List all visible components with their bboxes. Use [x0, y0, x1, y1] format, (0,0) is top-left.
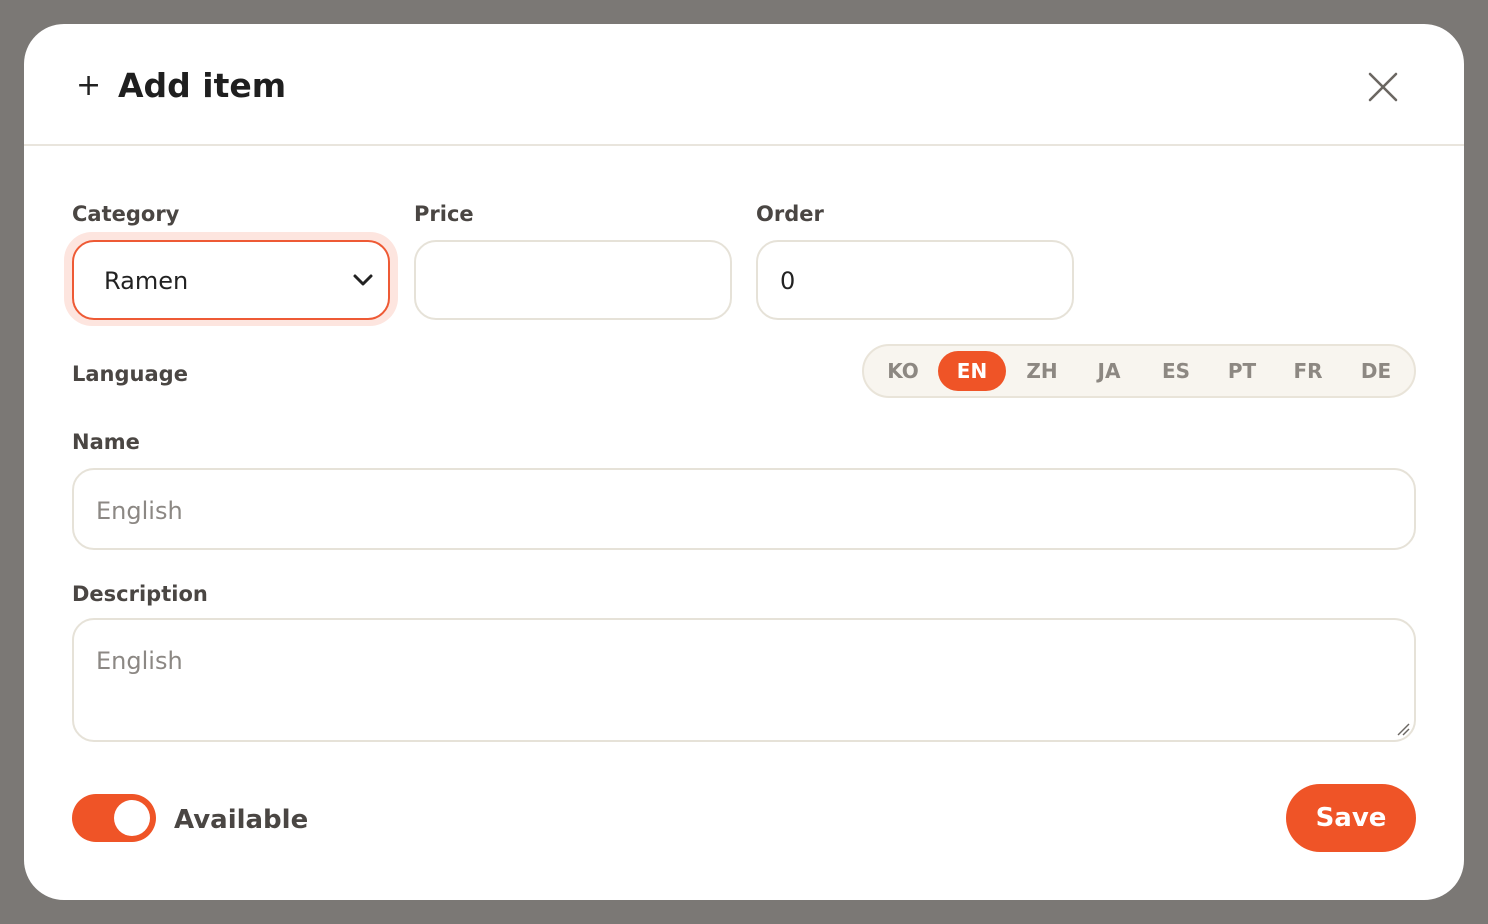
toggle-knob [114, 800, 150, 836]
lang-tab-ja[interactable]: JA [1078, 351, 1140, 391]
order-label: Order [756, 202, 824, 226]
name-placeholder: English [96, 497, 183, 525]
category-selected-value: Ramen [104, 267, 189, 295]
description-label: Description [72, 582, 208, 606]
description-textarea[interactable]: English [72, 618, 1416, 742]
language-switcher: KO EN ZH JA ES PT FR DE [862, 344, 1416, 398]
available-toggle[interactable] [72, 794, 156, 842]
plus-icon: + [76, 68, 102, 103]
dialog-title: Add item [118, 66, 287, 105]
save-button[interactable]: Save [1286, 784, 1416, 852]
lang-tab-fr[interactable]: FR [1276, 351, 1340, 391]
order-value: 0 [780, 267, 796, 295]
dialog-header: + Add item [24, 24, 1464, 146]
price-label: Price [414, 202, 474, 226]
lang-tab-es[interactable]: ES [1144, 351, 1208, 391]
lang-tab-en[interactable]: EN [938, 351, 1006, 391]
resize-handle-icon[interactable] [1396, 722, 1410, 736]
available-label: Available [174, 805, 309, 835]
close-icon [1368, 72, 1398, 102]
order-input[interactable]: 0 [756, 240, 1074, 320]
lang-tab-de[interactable]: DE [1344, 351, 1408, 391]
category-select[interactable]: Ramen [72, 240, 390, 320]
lang-tab-pt[interactable]: PT [1210, 351, 1274, 391]
chevron-down-icon [353, 274, 373, 286]
add-item-dialog: + Add item Category Ramen Price Order 0 … [24, 24, 1464, 900]
lang-tab-ko[interactable]: KO [872, 351, 934, 391]
name-label: Name [72, 430, 140, 454]
description-placeholder: English [96, 647, 183, 675]
category-label: Category [72, 202, 180, 226]
lang-tab-zh[interactable]: ZH [1010, 351, 1074, 391]
name-input[interactable]: English [72, 468, 1416, 550]
price-input[interactable] [414, 240, 732, 320]
language-label: Language [72, 362, 188, 386]
close-button[interactable] [1360, 64, 1406, 110]
